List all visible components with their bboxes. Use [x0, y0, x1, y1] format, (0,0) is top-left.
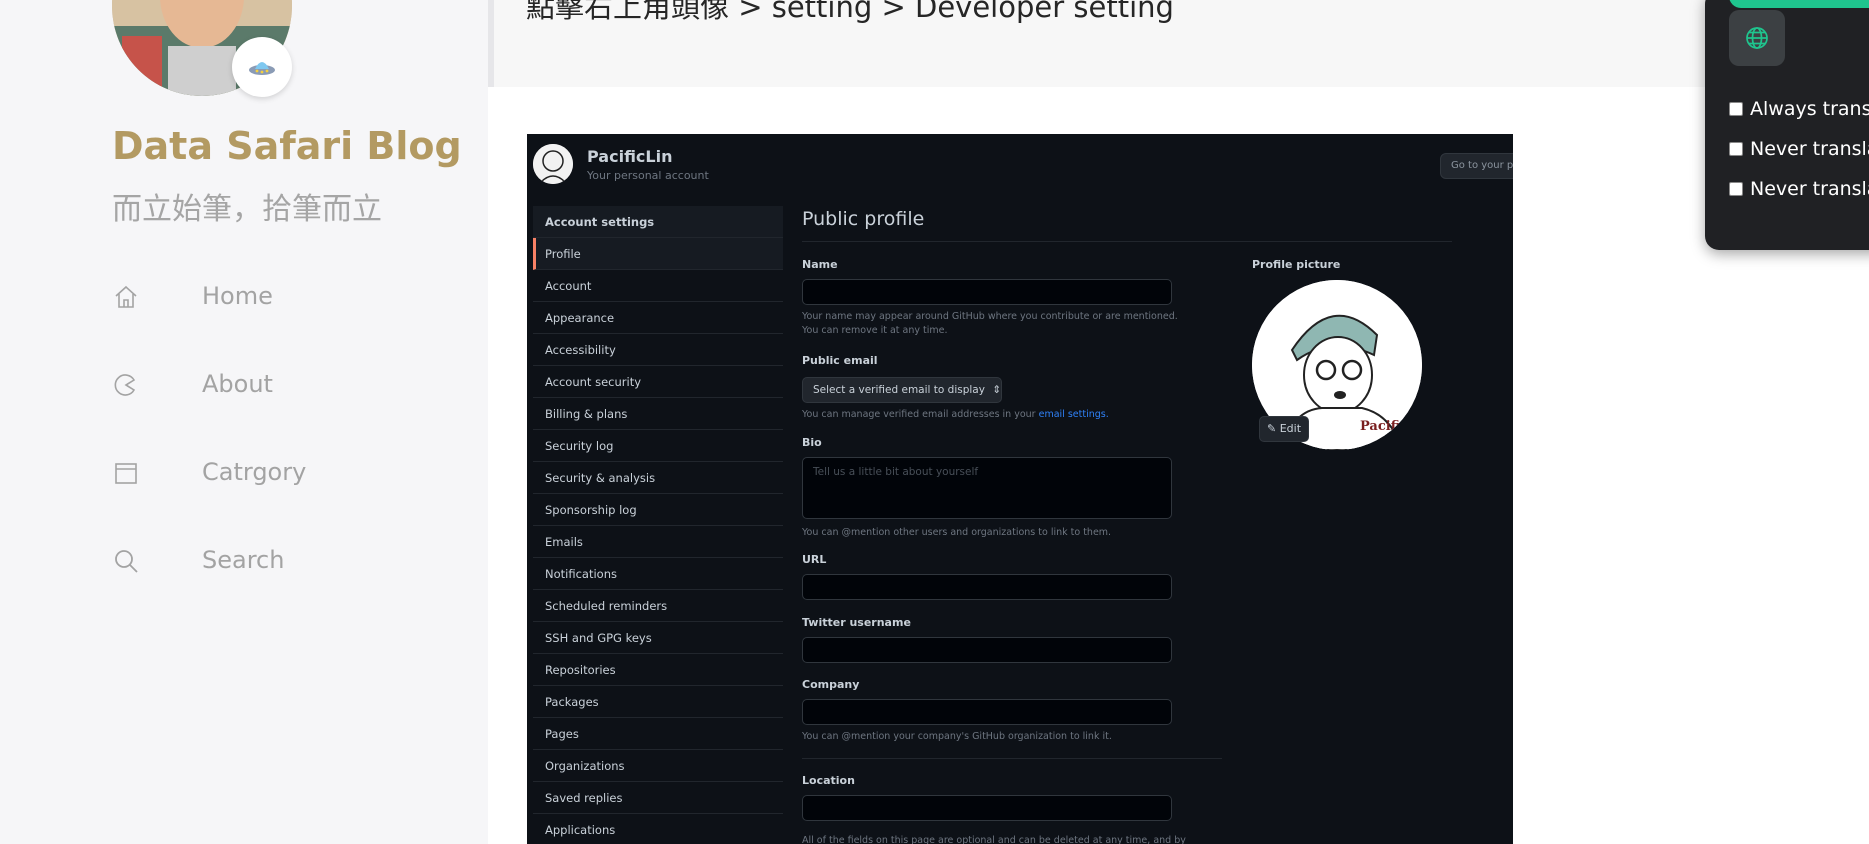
gh-footer-note: All of the fields on this page are optio…: [802, 835, 1186, 844]
nav-item-about[interactable]: About: [112, 361, 432, 409]
gh-twitter-input: [802, 637, 1172, 663]
gh-bio-label: Bio: [802, 436, 822, 449]
sort-arrows-icon: ⇕: [992, 384, 1002, 396]
nav-label: Catrgory: [202, 458, 307, 486]
gh-menu-item: Account: [533, 270, 783, 302]
gh-page-title: Public profile: [802, 208, 925, 230]
blog-title[interactable]: Data Safari Blog: [112, 124, 462, 168]
translate-option-never-language[interactable]: Never transla: [1729, 138, 1869, 164]
nav-label: Home: [202, 282, 273, 310]
gh-menu-item: Sponsorship log: [533, 494, 783, 526]
search-icon: [112, 547, 140, 575]
gh-menu-item: Security & analysis: [533, 462, 783, 494]
blog-subtitle: 而立始筆，拾筆而立: [112, 192, 382, 227]
gh-menu-item: Scheduled reminders: [533, 590, 783, 622]
never-translate-checkbox[interactable]: [1729, 142, 1743, 156]
translate-option-always[interactable]: Always trans: [1729, 98, 1869, 124]
globe-icon[interactable]: [1729, 10, 1785, 66]
github-settings-screenshot: PacificLin Your personal account Go to y…: [527, 134, 1513, 844]
gh-company-input: [802, 699, 1172, 725]
translate-option-never-site[interactable]: Never transla: [1729, 178, 1869, 204]
nav-label: Search: [202, 546, 285, 574]
gh-edit-picture-button: ✎ Edit: [1259, 416, 1309, 442]
gh-menu-item: Saved replies: [533, 782, 783, 814]
gh-menu-item: Security log: [533, 430, 783, 462]
nav-item-search[interactable]: Search: [112, 537, 432, 585]
gh-name-note: Your name may appear around GitHub where…: [802, 311, 1178, 336]
nav-item-category[interactable]: Catrgory: [112, 449, 432, 497]
translate-option-label: Never transla: [1750, 138, 1869, 160]
gh-bio-textarea: Tell us a little bit about yourself: [802, 457, 1172, 519]
gh-menu-item: Repositories: [533, 654, 783, 686]
gh-profile-picture-label: Profile picture: [1252, 258, 1341, 271]
gh-company-note: You can @mention your company's GitHub o…: [802, 731, 1112, 742]
gh-email-label: Public email: [802, 354, 878, 367]
gh-name-input: [802, 279, 1172, 305]
gh-menu-item: Emails: [533, 526, 783, 558]
always-translate-checkbox[interactable]: [1729, 102, 1743, 116]
gh-email-select: Select a verified email to display ⇕: [802, 377, 1002, 403]
gh-location-input: [802, 795, 1172, 821]
gh-email-note-text: You can manage verified email addresses …: [802, 409, 1036, 420]
gh-menu-item: SSH and GPG keys: [533, 622, 783, 654]
gh-menu-item: Profile: [533, 238, 783, 270]
gh-twitter-label: Twitter username: [802, 616, 911, 629]
gh-user-avatar: [533, 144, 573, 184]
article-heading: 點擊右上角頭像 > setting > Developer setting: [526, 0, 1174, 24]
gh-menu-item: Applications: [533, 814, 783, 844]
gh-menu-item: Appearance: [533, 302, 783, 334]
gh-email-note: You can manage verified email addresses …: [802, 408, 1192, 422]
blog-sidebar: Data Safari Blog 而立始筆，拾筆而立 Home About Ca…: [0, 0, 488, 844]
never-translate-site-checkbox[interactable]: [1729, 182, 1743, 196]
gh-menu-item: Billing & plans: [533, 398, 783, 430]
gh-name-label: Name: [802, 258, 838, 271]
gh-menu-item: Pages: [533, 718, 783, 750]
nav-item-home[interactable]: Home: [112, 273, 432, 321]
gh-divider: [802, 241, 1452, 242]
gh-menu-item: Accessibility: [533, 334, 783, 366]
gh-location-label: Location: [802, 774, 855, 787]
gh-company-label: Company: [802, 678, 860, 691]
translate-option-label: Never transla: [1750, 178, 1869, 200]
gh-email-settings-link: email settings.: [1038, 409, 1109, 420]
gh-divider: [802, 758, 1222, 759]
gh-avatar-signature: Pacific: [1360, 419, 1408, 434]
gh-menu-heading: Account settings: [533, 206, 783, 238]
gh-menu-item: Notifications: [533, 558, 783, 590]
translate-popup: Always trans Never transla Never transla: [1705, 0, 1869, 250]
gh-edit-label: Edit: [1279, 422, 1302, 435]
gh-bio-note: You can @mention other users and organiz…: [802, 527, 1112, 538]
translate-accent-bar: [1729, 0, 1869, 8]
pencil-icon: ✎: [1266, 422, 1277, 435]
gh-menu-item: Packages: [533, 686, 783, 718]
gh-email-select-value: Select a verified email to display: [813, 384, 985, 396]
nav-label: About: [202, 370, 273, 398]
gh-menu-item: Account security: [533, 366, 783, 398]
calendar-icon: [112, 459, 140, 487]
gh-settings-menu: Account settings Profile Account Appeara…: [533, 206, 783, 844]
gh-account-type: Your personal account: [587, 169, 709, 182]
gh-url-label: URL: [802, 553, 827, 566]
home-icon: [112, 283, 140, 311]
ufo-icon: [232, 37, 292, 97]
palette-icon: [112, 371, 140, 399]
translate-option-label: Always trans: [1750, 98, 1869, 120]
gh-menu-item: Organizations: [533, 750, 783, 782]
gh-url-input: [802, 574, 1172, 600]
gh-goto-profile-button: Go to your personal profile: [1440, 153, 1513, 179]
gh-username: PacificLin: [587, 147, 673, 166]
